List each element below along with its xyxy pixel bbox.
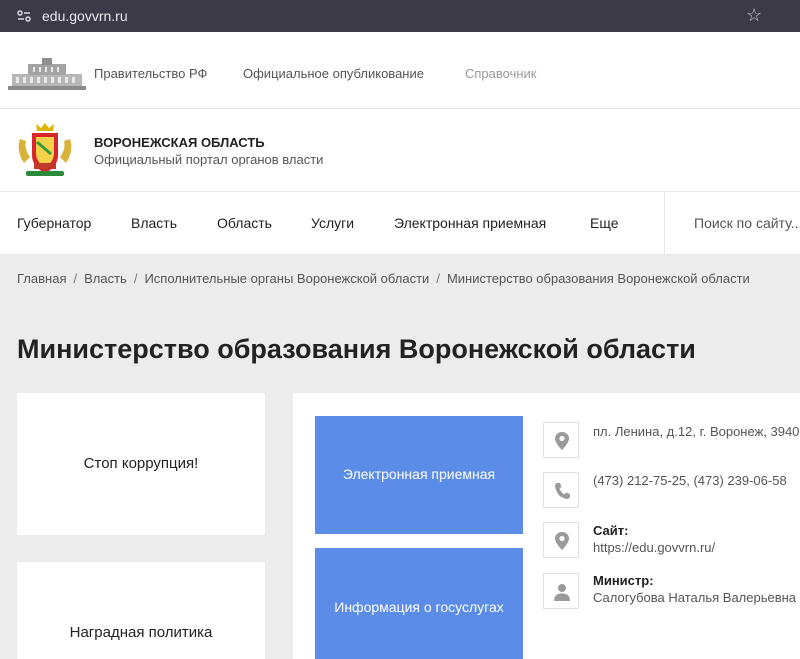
gov-link-directory[interactable]: Справочник <box>465 66 537 82</box>
region-title[interactable]: ВОРОНЕЖСКАЯ ОБЛАСТЬ <box>94 135 265 150</box>
breadcrumb-separator: / <box>436 271 440 286</box>
address-text: пл. Ленина, д.12, г. Воронеж, 394018 <box>593 424 800 439</box>
nav-item-more[interactable]: Еще <box>590 214 619 232</box>
e-reception-button[interactable]: Электронная приемная <box>315 416 523 534</box>
phone-text[interactable]: (473) 212-75-25, (473) 239-06-58 <box>593 473 787 489</box>
address-bar[interactable]: edu.govvrn.ru <box>42 6 128 26</box>
coat-of-arms-logo[interactable] <box>14 119 76 181</box>
gov-link-government[interactable]: Правительство РФ <box>94 66 207 82</box>
breadcrumb-separator: / <box>73 271 78 286</box>
minister-icon-box <box>543 573 579 609</box>
nav-divider <box>664 192 665 254</box>
award-policy-card[interactable]: Наградная политика <box>17 562 265 659</box>
address-icon-box <box>543 422 579 458</box>
breadcrumb: Главная / Власть / Исполнительные органы Вор… <box>17 271 750 287</box>
site-search-input[interactable]: Поиск по сайту... <box>694 214 800 232</box>
anti-corruption-card[interactable]: Стоп коррупция! <box>17 393 265 535</box>
gov-link-publication[interactable]: Официальное опубликование <box>243 66 424 82</box>
nav-item-services[interactable]: Услуги <box>311 214 354 232</box>
phone-icon <box>555 483 570 499</box>
site-link[interactable]: https://edu.govvrn.ru/ <box>593 540 715 556</box>
site-icon-box <box>543 522 579 558</box>
region-subtitle: Официальный портал органов власти <box>94 152 324 167</box>
breadcrumb-authority[interactable]: Власть <box>84 271 127 286</box>
award-policy-label: Наградная политика <box>69 624 213 641</box>
person-icon <box>554 584 570 601</box>
gov-services-info-button[interactable]: Информация о госуслугах <box>315 548 523 659</box>
breadcrumb-separator: / <box>133 271 138 286</box>
e-reception-button-label: Электронная приемная <box>342 466 496 482</box>
anti-corruption-label: Стоп коррупция! <box>83 455 199 472</box>
nav-item-authority[interactable]: Власть <box>131 214 177 232</box>
minister-label: Министр: <box>593 573 654 588</box>
breadcrumb-home[interactable]: Главная <box>17 271 66 286</box>
region-header: ВОРОНЕЖСКАЯ ОБЛАСТЬ Официальный портал о… <box>0 109 800 192</box>
phone-icon-box <box>543 472 579 508</box>
page-title: Министерство образования Воронежской обл… <box>17 334 696 364</box>
minister-name: Салогубова Наталья Валерьевна <box>593 590 797 605</box>
bookmark-star-icon[interactable]: ☆ <box>746 5 762 25</box>
site-settings-icon[interactable] <box>16 8 32 24</box>
nav-item-e-reception[interactable]: Электронная приемная <box>394 214 546 232</box>
main-nav: Губернатор Власть Область Услуги Электро… <box>0 192 800 255</box>
breadcrumb-current: Министерство образования Воронежской обл… <box>446 271 750 286</box>
gov-bar: Правительство РФ Официальное опубликован… <box>0 32 800 109</box>
government-building-logo[interactable] <box>8 56 86 92</box>
site-label: Сайт: <box>593 523 629 538</box>
location-pin-icon <box>555 532 569 550</box>
location-pin-icon <box>555 432 569 450</box>
nav-item-region[interactable]: Область <box>217 214 272 232</box>
breadcrumb-executive-bodies[interactable]: Исполнительные органы Воронежской област… <box>144 271 429 286</box>
browser-toolbar: edu.govvrn.ru ☆ <box>0 0 800 32</box>
nav-item-governor[interactable]: Губернатор <box>17 214 91 232</box>
gov-services-info-label: Информация о госуслугах <box>334 599 504 615</box>
